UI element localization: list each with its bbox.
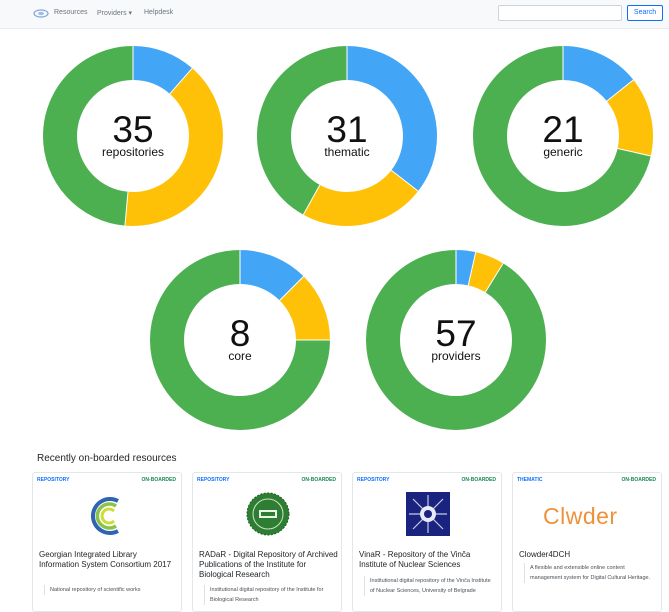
recent-resources-heading: Recently on-boarded resources [37,453,177,464]
card-status-badge: ON-BOARDED [301,477,336,483]
card-title[interactable]: VinaR - Repository of the Vinča Institut… [359,550,499,570]
card-title[interactable]: RADaR - Digital Repository of Archived P… [199,550,339,580]
card-description: Institutional digital repository of the … [204,585,332,605]
nav-resources-link[interactable]: Resources [54,9,87,16]
donut-chart-thematic: 31 thematic [257,46,437,226]
card-title[interactable]: Clowder4DCH [519,550,659,560]
nav-providers-dropdown[interactable]: Providers ▾ [97,9,132,17]
ibiss-seal-logo-icon [246,492,290,536]
brand-logo-icon[interactable] [33,8,49,19]
card-type-badge: REPOSITORY [37,477,70,483]
card-type-badge: REPOSITORY [357,477,390,483]
card-status-badge: ON-BOARDED [461,477,496,483]
card-description: Institutional digital repository of the … [364,576,492,596]
card-type-badge: REPOSITORY [197,477,230,483]
georgian-library-logo-icon [91,497,119,535]
card-status-badge: ON-BOARDED [141,477,176,483]
donut-count: 57 [435,313,477,354]
card-type-badge: THEMATIC [517,477,543,483]
donut-label: providers [431,349,481,363]
vinca-institute-logo-icon [406,492,450,536]
donut-count: 35 [112,109,154,150]
search-button[interactable]: Search [627,5,663,21]
donut-label: thematic [324,145,370,159]
resource-card-georgian-library[interactable]: REPOSITORY ON-BOARDED Georgian Integrate… [32,472,182,612]
card-status-badge: ON-BOARDED [621,477,656,483]
donut-chart-providers: 57 providers [366,250,546,430]
donut-label: core [228,349,252,363]
donut-count: 21 [542,109,584,150]
resource-card-radar[interactable]: REPOSITORY ON-BOARDED RADaR - Digital Re… [192,472,342,612]
donut-chart-generic: 21 generic [473,46,653,226]
donut-count: 8 [229,313,251,354]
card-title[interactable]: Georgian Integrated Library Information … [39,550,179,570]
donut-chart-repositories: 35 repositories [43,46,223,226]
navbar: Resources Providers ▾ Helpdesk Search [0,0,669,29]
donut-chart-core: 8 core [150,250,330,430]
donut-label: generic [543,145,583,159]
nav-helpdesk-link[interactable]: Helpdesk [144,9,173,16]
donut-label: repositories [101,145,165,159]
resource-card-clowder[interactable]: THEMATIC ON-BOARDED Clwder Clowder4DCH A… [512,472,662,612]
resource-card-vinar[interactable]: REPOSITORY ON-BOARDED VinaR - Repository… [352,472,502,612]
card-description: A flexible and extensible online content… [524,563,652,583]
clowder-logo: Clwder [543,503,618,529]
search-input[interactable] [498,5,622,21]
card-description: National repository of scientific works [44,585,172,595]
donut-count: 31 [326,109,368,150]
